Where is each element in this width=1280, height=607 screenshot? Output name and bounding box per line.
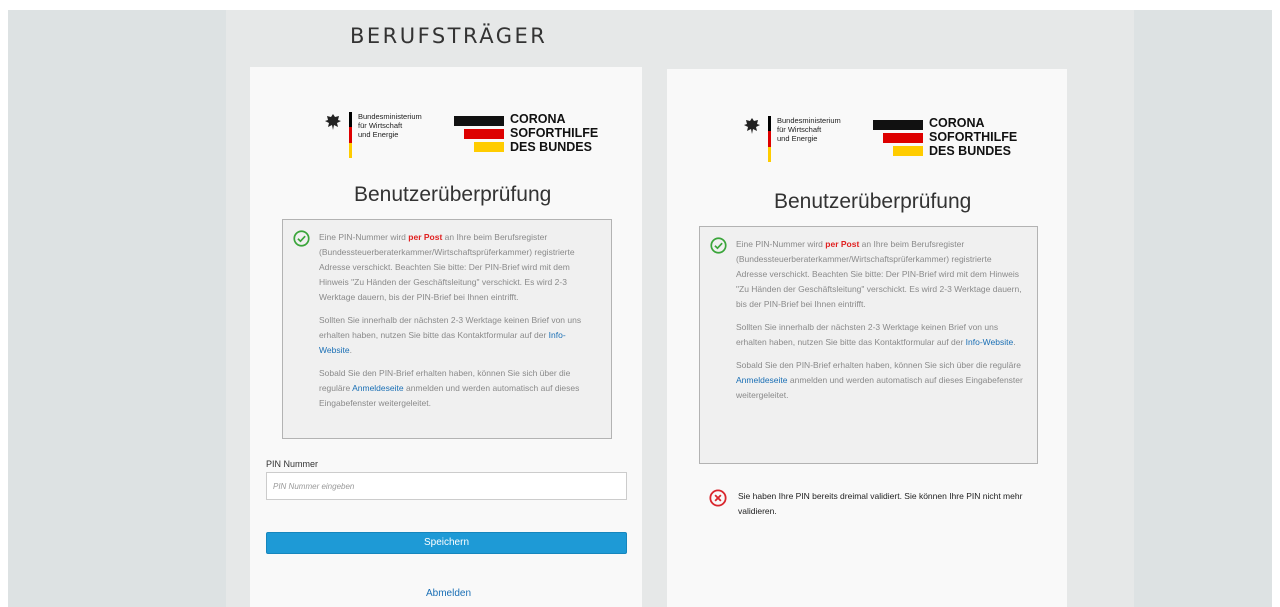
info-box: Eine PIN-Nummer wird per Post an Ihre be… — [282, 219, 612, 439]
info-paragraph-2: Sollten Sie innerhalb der nächsten 2-3 W… — [319, 315, 582, 355]
federal-eagle-icon — [744, 118, 760, 134]
error-message: Sie haben Ihre PIN bereits dreimal valid… — [709, 489, 1039, 519]
login-page-link[interactable]: Anmeldeseite — [736, 375, 788, 385]
save-button[interactable]: Speichern — [266, 532, 627, 554]
page-title: Benutzerüberprüfung — [354, 183, 552, 206]
login-page-link[interactable]: Anmeldeseite — [352, 383, 404, 393]
info-paragraph-3: Sobald Sie den PIN-Brief erhalten haben,… — [736, 360, 1023, 400]
flag-bar — [349, 112, 352, 158]
error-text: Sie haben Ihre PIN bereits dreimal valid… — [738, 491, 1023, 516]
pin-label: PIN Nummer — [266, 459, 319, 469]
info-paragraph-3: Sobald Sie den PIN-Brief erhalten haben,… — [319, 368, 580, 408]
x-circle-icon — [709, 489, 727, 507]
ministry-logo-text: Bundesministerium für Wirtschaft und Ene… — [358, 112, 422, 139]
federal-eagle-icon — [325, 114, 341, 130]
info-box: Eine PIN-Nummer wird per Post an Ihre be… — [699, 226, 1038, 464]
ministry-logo-text: Bundesministerium für Wirtschaft und Ene… — [777, 116, 841, 143]
corona-soforthilfe-logo: CORONA SOFORTHILFE DES BUNDES — [454, 112, 598, 154]
info-paragraph-2: Sollten Sie innerhalb der nächsten 2-3 W… — [736, 322, 1016, 347]
flag-bar — [768, 116, 771, 162]
flag-stripes-icon — [454, 112, 508, 152]
logo-row: Bundesministerium für Wirtschaft und Ene… — [323, 112, 598, 158]
per-post-highlight: per Post — [825, 239, 860, 249]
corona-soforthilfe-logo: CORONA SOFORTHILFE DES BUNDES — [873, 116, 1017, 158]
flag-stripes-icon — [873, 116, 927, 156]
check-circle-icon — [710, 237, 727, 254]
logo-row: Bundesministerium für Wirtschaft und Ene… — [742, 116, 1017, 162]
page-heading: BERUFSTRÄGER — [350, 24, 548, 48]
page-title: Benutzerüberprüfung — [774, 190, 972, 213]
per-post-highlight: per Post — [408, 232, 443, 242]
logout-link[interactable]: Abmelden — [426, 588, 471, 599]
info-website-link[interactable]: Info-Website — [966, 337, 1014, 347]
check-circle-icon — [293, 230, 310, 247]
info-paragraph-1: Eine PIN-Nummer wird per Post an Ihre be… — [319, 232, 575, 302]
pin-input[interactable] — [266, 472, 627, 500]
info-paragraph-1: Eine PIN-Nummer wird per Post an Ihre be… — [736, 239, 1022, 309]
